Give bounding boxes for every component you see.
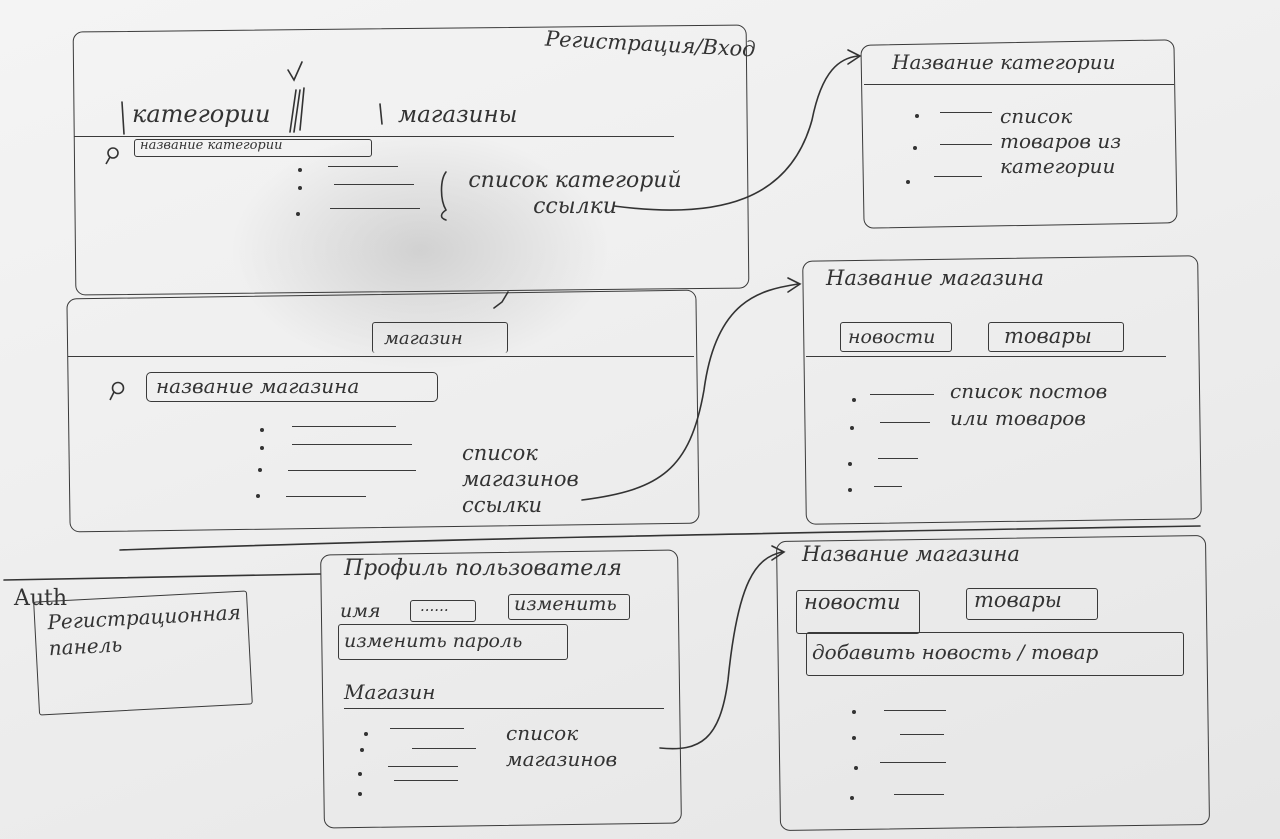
list-bullet: [358, 792, 362, 796]
list-bullet: [848, 488, 852, 492]
list-bullet: [850, 796, 854, 800]
registration-panel-text: Регистрационная панель: [46, 600, 242, 661]
category-title: Название категории: [892, 50, 1116, 74]
list-item[interactable]: [900, 734, 944, 735]
list-item[interactable]: [394, 780, 458, 781]
list-item[interactable]: [412, 748, 476, 749]
tab-shops[interactable]: магазины: [398, 102, 517, 128]
tab-divider: [806, 356, 1166, 357]
list-item[interactable]: [330, 208, 420, 209]
list-item[interactable]: [288, 470, 416, 471]
list-bullet: [906, 180, 910, 184]
categories-screen: [72, 24, 750, 296]
list-item[interactable]: [884, 710, 946, 711]
list-item[interactable]: [870, 394, 934, 395]
profile-title: Профиль пользователя: [344, 556, 622, 581]
tab-divider: [68, 356, 694, 357]
category-list-note: список категорий ссылки: [468, 168, 682, 219]
list-bullet: [364, 732, 368, 736]
list-bullet: [852, 710, 856, 714]
list-item[interactable]: [940, 144, 992, 145]
tab-shops-label: магазин: [384, 328, 463, 349]
list-bullet: [915, 114, 919, 118]
list-item[interactable]: [334, 184, 414, 185]
owner-shop-screen: [775, 535, 1211, 831]
list-item[interactable]: [286, 496, 366, 497]
shop-list-note: список магазинов ссылки: [462, 441, 579, 517]
name-label: имя: [340, 600, 381, 622]
tab-categories[interactable]: категории: [132, 100, 270, 128]
profile-shops-note: список магазинов: [506, 721, 618, 771]
owner-tab-news-label: новости: [804, 590, 901, 614]
owner-tab-products-label: товары: [974, 588, 1062, 612]
list-item[interactable]: [328, 166, 398, 167]
list-item[interactable]: [934, 176, 982, 177]
posts-products-note: список постов или товаров: [950, 379, 1108, 430]
shop-title: Название магазина: [826, 266, 1044, 290]
list-item[interactable]: [940, 112, 992, 113]
title-divider: [864, 84, 1174, 85]
change-button-label: изменить: [514, 593, 617, 615]
list-item[interactable]: [390, 728, 464, 729]
list-bullet: [258, 468, 262, 472]
list-item[interactable]: [292, 426, 396, 427]
list-bullet: [358, 772, 362, 776]
change-password-label: изменить пароль: [344, 630, 523, 652]
list-bullet: [852, 398, 856, 402]
list-bullet: [298, 186, 302, 190]
list-bullet: [298, 168, 302, 172]
add-news-product-label: добавить новость / товар: [812, 640, 1099, 664]
list-bullet: [913, 146, 917, 150]
tab-products-label: товары: [1004, 324, 1092, 348]
tab-news-label: новости: [848, 326, 936, 348]
tab-divider: [74, 136, 674, 137]
category-products-note: список товаров из категории: [1000, 104, 1122, 178]
list-bullet: [852, 736, 856, 740]
list-bullet: [850, 426, 854, 430]
search-icon: [108, 380, 126, 402]
shop-search-placeholder: название магазина: [156, 374, 360, 398]
list-item[interactable]: [880, 422, 930, 423]
list-bullet: [848, 462, 852, 466]
list-bullet: [854, 766, 858, 770]
owner-shop-title: Название магазина: [802, 542, 1020, 566]
list-item[interactable]: [388, 766, 458, 767]
shops-heading: Магазин: [344, 680, 436, 704]
list-bullet: [256, 494, 260, 498]
list-item[interactable]: [874, 486, 902, 487]
search-icon: [104, 146, 120, 166]
list-bullet: [260, 446, 264, 450]
list-bullet: [260, 428, 264, 432]
list-item[interactable]: [880, 762, 946, 763]
list-item[interactable]: [894, 794, 944, 795]
name-value: ......: [420, 597, 449, 615]
list-item[interactable]: [878, 458, 918, 459]
section-divider: [344, 708, 664, 709]
list-bullet: [360, 748, 364, 752]
category-search-placeholder: название категории: [140, 138, 283, 153]
list-item[interactable]: [292, 444, 412, 445]
list-bullet: [296, 212, 300, 216]
